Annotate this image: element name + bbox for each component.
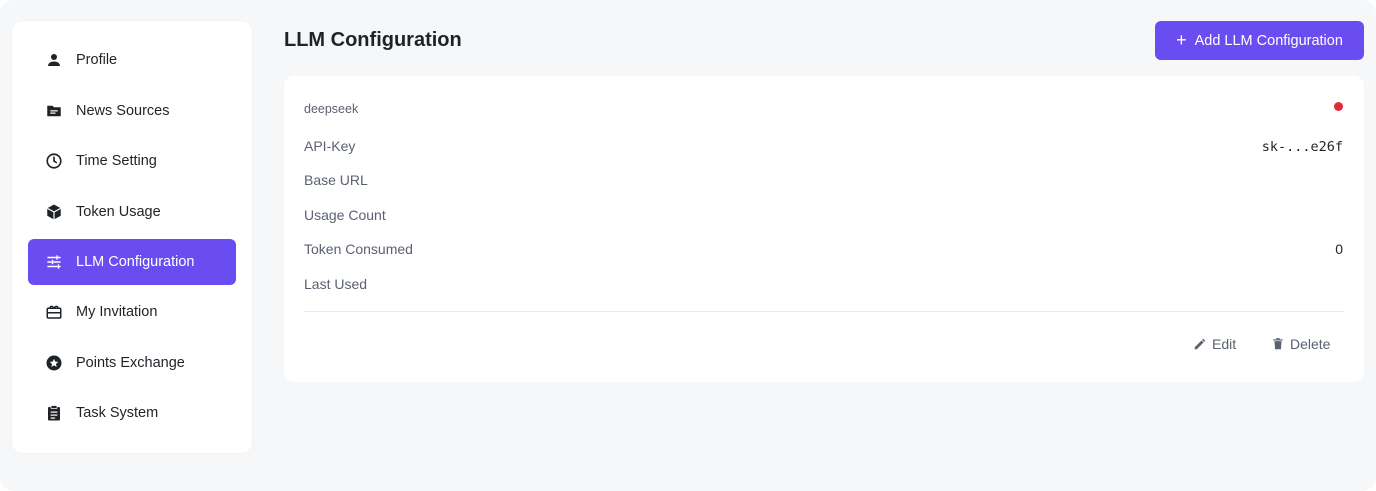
sidebar-item-label: Time Setting (76, 153, 157, 169)
cube-icon (45, 203, 63, 221)
api-key-value: sk-...e26f (1261, 139, 1343, 155)
sidebar-item-points-exchange[interactable]: Points Exchange (28, 340, 236, 386)
clipboard-icon (45, 404, 63, 422)
sidebar-item-label: Token Usage (76, 204, 161, 220)
status-indicator (1334, 102, 1343, 111)
gift-card-icon (45, 303, 63, 321)
last-used-label: Last Used (304, 276, 368, 292)
edit-button[interactable]: Edit (1193, 336, 1236, 352)
sidebar-item-token-usage[interactable]: Token Usage (28, 189, 236, 235)
plus-icon: + (1176, 29, 1187, 50)
sidebar: Profile News Sources Time Setting Token … (12, 21, 252, 453)
delete-label: Delete (1290, 336, 1331, 352)
trash-icon (1273, 338, 1283, 350)
sidebar-item-label: Profile (76, 52, 118, 68)
sidebar-item-label: News Sources (76, 103, 170, 119)
sidebar-item-label: My Invitation (76, 304, 158, 320)
sidebar-item-label: Points Exchange (76, 355, 185, 371)
provider-name: deepseek (304, 102, 359, 116)
sidebar-item-label: Task System (76, 405, 159, 421)
token-consumed-value: 0 (1335, 241, 1343, 257)
llm-config-card: deepseek API-Key sk-...e26f Base URL Usa… (284, 76, 1364, 382)
sidebar-item-llm-configuration[interactable]: LLM Configuration (28, 239, 236, 285)
delete-button[interactable]: Delete (1271, 336, 1330, 352)
page-title: LLM Configuration (284, 29, 462, 51)
divider (304, 311, 1344, 312)
sidebar-item-task-system[interactable]: Task System (28, 390, 236, 436)
edit-label: Edit (1212, 336, 1237, 352)
usage-count-label: Usage Count (304, 207, 386, 223)
sidebar-item-my-invitation[interactable]: My Invitation (28, 289, 236, 335)
sidebar-item-news-sources[interactable]: News Sources (28, 88, 236, 134)
add-button-label: Add LLM Configuration (1194, 32, 1343, 49)
clock-icon (45, 152, 63, 170)
sidebar-item-label: LLM Configuration (76, 254, 195, 270)
app-frame: Profile News Sources Time Setting Token … (0, 0, 1376, 491)
api-key-label: API-Key (304, 138, 356, 154)
pencil-icon (1194, 338, 1206, 350)
token-consumed-label: Token Consumed (304, 241, 413, 257)
star-badge-icon (45, 354, 63, 372)
add-llm-configuration-button[interactable]: + Add LLM Configuration (1155, 21, 1364, 60)
sidebar-item-profile[interactable]: Profile (28, 37, 236, 83)
folder-icon (45, 102, 63, 120)
base-url-label: Base URL (304, 172, 368, 188)
person-icon (45, 51, 63, 69)
sidebar-item-time-setting[interactable]: Time Setting (28, 138, 236, 184)
sliders-icon (45, 253, 63, 271)
